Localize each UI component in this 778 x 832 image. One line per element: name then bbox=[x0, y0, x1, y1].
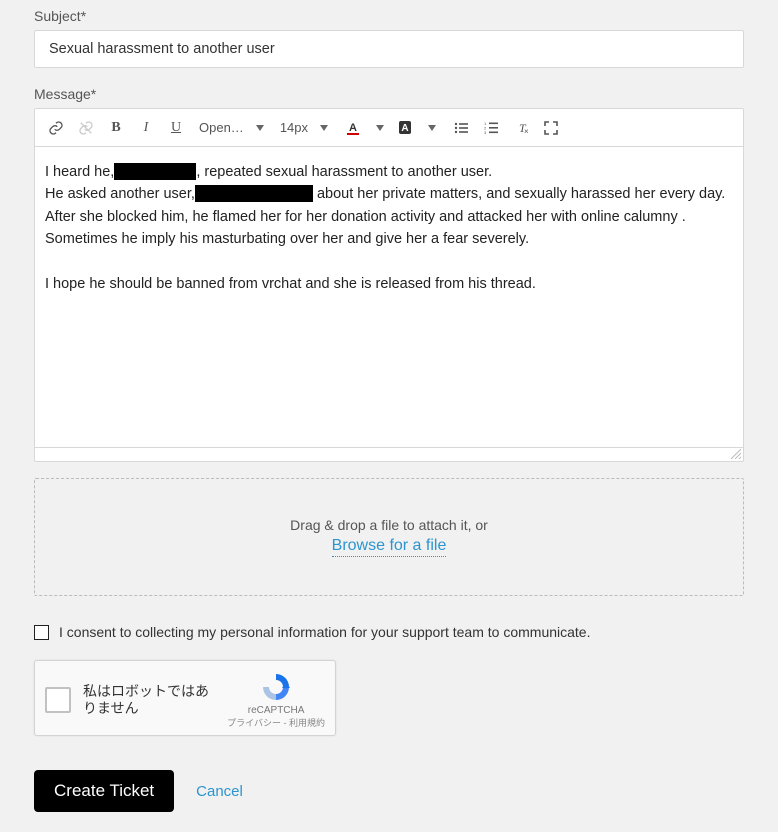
redacted-name bbox=[195, 185, 313, 202]
chevron-down-icon[interactable] bbox=[320, 125, 328, 131]
create-ticket-button[interactable]: Create Ticket bbox=[34, 770, 174, 812]
underline-icon[interactable]: U bbox=[163, 115, 189, 141]
message-label: Message* bbox=[34, 86, 744, 102]
msg-text: , repeated sexual harassment to another … bbox=[196, 164, 492, 180]
msg-text: I hope he should be banned from vrchat a… bbox=[45, 273, 733, 295]
svg-text:3: 3 bbox=[484, 130, 487, 135]
italic-icon[interactable]: I bbox=[133, 115, 159, 141]
svg-text:×: × bbox=[524, 127, 529, 136]
form-actions: Create Ticket Cancel bbox=[34, 770, 744, 812]
font-family-select[interactable]: Open… bbox=[193, 115, 246, 141]
recaptcha-brand: reCAPTCHA bbox=[248, 705, 305, 716]
msg-text: He asked another user, bbox=[45, 186, 195, 202]
svg-text:A: A bbox=[349, 122, 357, 134]
bold-icon[interactable]: B bbox=[103, 115, 129, 141]
recaptcha-legal[interactable]: プライバシー - 利用規約 bbox=[227, 716, 325, 729]
resize-grip-icon bbox=[731, 449, 741, 459]
msg-text: I heard he, bbox=[45, 164, 114, 180]
unordered-list-icon[interactable] bbox=[448, 115, 474, 141]
recaptcha-checkbox[interactable] bbox=[45, 687, 71, 713]
consent-label: I consent to collecting my personal info… bbox=[59, 624, 590, 640]
recaptcha-branding: reCAPTCHA プライバシー - 利用規約 bbox=[227, 671, 325, 729]
browse-file-link[interactable]: Browse for a file bbox=[332, 537, 447, 557]
msg-text: about her private matters, and sexually … bbox=[313, 186, 725, 202]
dropzone-text: Drag & drop a file to attach it, or bbox=[45, 517, 733, 533]
font-size-value: 14px bbox=[280, 120, 308, 135]
fullscreen-icon[interactable] bbox=[538, 115, 564, 141]
redacted-name bbox=[114, 163, 196, 180]
chevron-down-icon[interactable] bbox=[256, 125, 264, 131]
attachment-dropzone[interactable]: Drag & drop a file to attach it, or Brow… bbox=[34, 478, 744, 596]
message-editor: B I U Open… 14px A A bbox=[34, 108, 744, 448]
message-body[interactable]: I heard he, , repeated sexual harassment … bbox=[35, 147, 743, 447]
highlight-color-icon[interactable]: A bbox=[392, 115, 418, 141]
msg-text: Sometimes he imply his masturbating over… bbox=[45, 228, 733, 250]
cancel-link[interactable]: Cancel bbox=[196, 783, 243, 800]
consent-checkbox[interactable] bbox=[34, 625, 49, 640]
link-icon[interactable] bbox=[43, 115, 69, 141]
ordered-list-icon[interactable]: 123 bbox=[478, 115, 504, 141]
font-family-value: Open… bbox=[199, 120, 244, 135]
chevron-down-icon[interactable] bbox=[376, 125, 384, 131]
subject-input[interactable] bbox=[34, 30, 744, 68]
subject-label: Subject* bbox=[34, 8, 744, 24]
unlink-icon[interactable] bbox=[73, 115, 99, 141]
svg-text:A: A bbox=[401, 123, 408, 134]
clear-formatting-icon[interactable]: T× bbox=[508, 115, 534, 141]
font-size-select[interactable]: 14px bbox=[274, 115, 310, 141]
editor-resize-handle[interactable] bbox=[34, 448, 744, 462]
text-color-icon[interactable]: A bbox=[340, 115, 366, 141]
recaptcha-label: 私はロボットではありません bbox=[83, 683, 215, 718]
consent-row: I consent to collecting my personal info… bbox=[34, 624, 744, 640]
recaptcha-icon bbox=[260, 671, 292, 703]
recaptcha-widget: 私はロボットではありません reCAPTCHA プライバシー - 利用規約 bbox=[34, 660, 336, 736]
editor-toolbar: B I U Open… 14px A A bbox=[35, 109, 743, 147]
msg-text: After she blocked him, he flamed her for… bbox=[45, 206, 733, 228]
chevron-down-icon[interactable] bbox=[428, 125, 436, 131]
